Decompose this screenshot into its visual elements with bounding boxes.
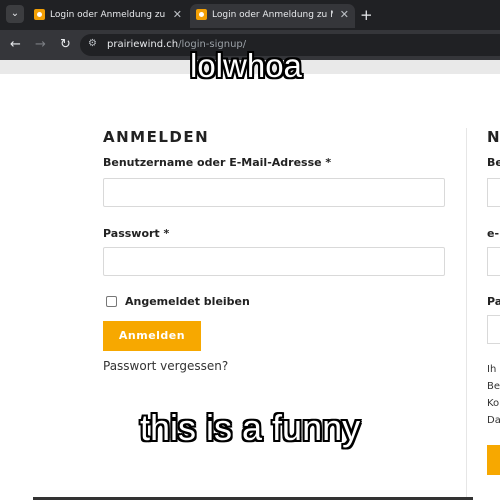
register-info-text: Ko	[487, 398, 500, 409]
back-arrow-icon[interactable]: ←	[10, 36, 21, 54]
close-icon[interactable]: ✕	[173, 4, 182, 26]
register-username-input[interactable]	[487, 178, 500, 207]
register-username-label: Be	[487, 156, 500, 169]
register-password-input[interactable]	[487, 315, 500, 344]
username-label: Benutzername oder E-Mail-Adresse *	[103, 156, 332, 169]
forgot-password-link[interactable]: Passwort vergessen?	[103, 359, 228, 373]
register-password-label: Pa	[487, 295, 500, 308]
login-heading: ANMELDEN	[103, 128, 210, 146]
register-email-input[interactable]	[487, 247, 500, 276]
register-info-text: Da	[487, 415, 500, 426]
site-favicon-icon	[34, 9, 45, 20]
reload-icon[interactable]: ↻	[60, 36, 71, 54]
password-label: Passwort *	[103, 227, 170, 240]
caption-bottom: this is a funny	[140, 407, 361, 448]
browser-tab[interactable]: Login oder Anmeldung zu Mein ✕	[28, 4, 188, 28]
tab-title: Login oder Anmeldung zu Mein	[50, 10, 166, 20]
column-divider	[466, 128, 467, 500]
tab-title: Login oder Anmeldung zu Mein	[212, 10, 333, 20]
close-icon[interactable]: ✕	[340, 4, 349, 26]
register-info-text: Ih	[487, 364, 497, 375]
browser-tab-active[interactable]: Login oder Anmeldung zu Mein ✕	[190, 4, 355, 28]
caption-top: lolwhoa	[190, 47, 302, 84]
register-button[interactable]	[487, 445, 500, 475]
remember-label: Angemeldet bleiben	[125, 295, 250, 308]
username-input[interactable]	[103, 178, 445, 207]
register-email-label: e-	[487, 227, 500, 240]
browser-tab-strip: ⌄ Login oder Anmeldung zu Mein ✕ Login o…	[0, 0, 500, 30]
site-favicon-icon	[196, 9, 207, 20]
remember-checkbox[interactable]	[106, 296, 117, 307]
login-button[interactable]: Anmelden	[103, 321, 201, 351]
register-heading: N	[487, 128, 500, 146]
site-info-icon[interactable]: ⚙	[88, 38, 100, 50]
new-tab-button[interactable]: +	[360, 4, 373, 26]
password-input[interactable]	[103, 247, 445, 276]
url-host: prairiewind.ch	[107, 39, 179, 50]
register-info-text: Be	[487, 381, 500, 392]
forward-arrow-icon[interactable]: →	[35, 36, 46, 54]
tab-search-button[interactable]: ⌄	[6, 5, 24, 23]
